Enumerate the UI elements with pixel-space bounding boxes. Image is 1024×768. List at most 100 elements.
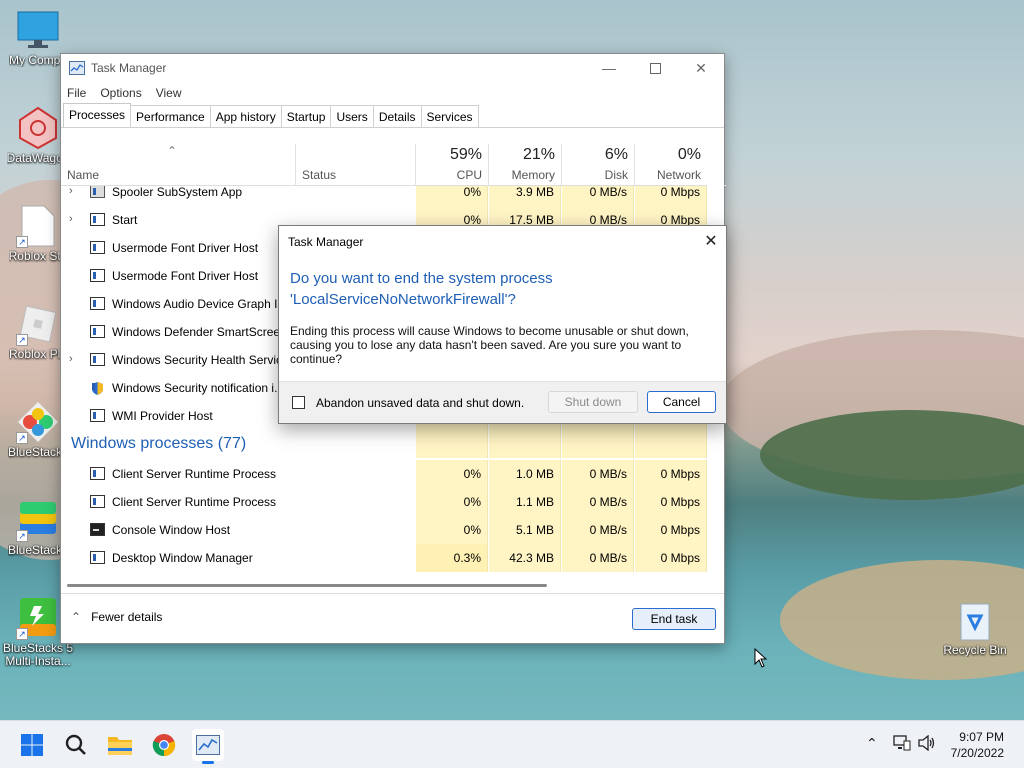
- file-explorer-button[interactable]: [104, 729, 136, 761]
- footer-bar: ⌃ Fewer details End task: [61, 593, 724, 643]
- fewer-details-button[interactable]: ⌃ Fewer details: [71, 610, 162, 624]
- desktop-icon-label: Roblox Stu: [8, 250, 68, 263]
- process-disk-value: 0 MB/s: [562, 460, 634, 488]
- file-explorer-icon: [108, 737, 132, 755]
- process-row[interactable]: Client Server Runtime Process 0% 1.0 MB 0 M…: [61, 460, 707, 488]
- clock-time: 9:07 PM: [959, 730, 1004, 744]
- column-disk[interactable]: 6% Disk: [562, 144, 634, 186]
- process-icon: [90, 551, 105, 564]
- group-heat-cell: [416, 430, 488, 458]
- process-memory-value: 1.0 MB: [489, 460, 561, 488]
- process-row[interactable]: Client Server Runtime Process 0% 1.1 MB 0 M…: [61, 488, 707, 516]
- sort-chevron-up-icon: ⌃: [167, 144, 178, 158]
- process-row[interactable]: › Spooler SubSystem App 0% 3.9 MB 0 MB/s 0 Mb…: [61, 186, 707, 206]
- system-clock[interactable]: 9:07 PM 7/20/2022: [951, 729, 1004, 761]
- process-name: Windows Audio Device Graph Is: [112, 297, 284, 311]
- chrome-icon: [152, 734, 176, 757]
- tab-performance[interactable]: Performance: [130, 105, 211, 127]
- abandon-data-checkbox-label[interactable]: Abandon unsaved data and shut down.: [316, 396, 524, 410]
- search-button[interactable]: [60, 729, 92, 761]
- process-name: WMI Provider Host: [112, 409, 213, 423]
- process-name: Usermode Font Driver Host: [112, 241, 259, 255]
- column-status-label: Status: [302, 168, 337, 182]
- tab-startup[interactable]: Startup: [280, 105, 332, 127]
- menu-options[interactable]: Options: [100, 86, 141, 100]
- column-memory[interactable]: 21% Memory: [489, 144, 561, 186]
- group-heat-cell: [562, 430, 634, 458]
- process-disk-value: 0 MB/s: [562, 488, 634, 516]
- console-icon: [90, 523, 105, 536]
- chrome-button[interactable]: [148, 729, 180, 761]
- process-icon: [90, 495, 105, 508]
- maximize-icon: [649, 62, 661, 74]
- dialog-footer: Abandon unsaved data and shut down. Shut…: [279, 381, 726, 423]
- expand-chevron-icon[interactable]: ›: [69, 186, 79, 197]
- column-network[interactable]: 0% Network: [635, 144, 707, 186]
- bluestacks-multi-icon: ↗: [16, 400, 60, 444]
- title-bar[interactable]: Task Manager — ✕: [61, 54, 724, 82]
- column-cpu[interactable]: 59% CPU: [416, 144, 488, 186]
- desktop-icon-label: BlueStacks 5 Multi-Insta...: [2, 642, 74, 668]
- menu-bar: File Options View: [61, 82, 724, 104]
- column-name[interactable]: ⌃ Name: [61, 144, 295, 186]
- end-task-button[interactable]: End task: [632, 608, 716, 630]
- process-name: Windows Security notification i...: [112, 381, 285, 395]
- process-network-value: 0 Mbps: [635, 544, 707, 572]
- column-memory-label: Memory: [511, 168, 555, 182]
- close-button[interactable]: ✕: [678, 54, 724, 82]
- tab-details[interactable]: Details: [372, 105, 422, 127]
- cancel-button[interactable]: Cancel: [647, 391, 716, 413]
- search-icon: [65, 734, 86, 755]
- printer-icon: [90, 186, 105, 198]
- process-memory-value: 3.9 MB: [489, 186, 561, 206]
- process-icon: [90, 269, 105, 282]
- process-disk-value: 0 MB/s: [562, 516, 634, 544]
- task-manager-taskbar-button[interactable]: [192, 729, 224, 764]
- process-cpu-value: 0%: [416, 186, 488, 206]
- desktop-icon-recycle-bin[interactable]: Recycle Bin: [937, 598, 1013, 657]
- horizontal-scrollbar[interactable]: [61, 579, 707, 593]
- task-manager-icon: [196, 735, 220, 755]
- dialog-close-button[interactable]: ✕: [696, 226, 726, 256]
- scroll-thumb[interactable]: [67, 584, 547, 587]
- process-network-value: 0 Mbps: [635, 488, 707, 516]
- shortcut-arrow-icon: ↗: [16, 334, 28, 346]
- tab-app-history[interactable]: App history: [209, 105, 282, 127]
- process-name: Client Server Runtime Process: [112, 495, 277, 509]
- process-row[interactable]: Desktop Window Manager 0.3% 42.3 MB 0 MB/s 0…: [61, 544, 707, 572]
- column-cpu-label: CPU: [456, 168, 482, 182]
- process-name: Client Server Runtime Process: [112, 467, 277, 481]
- shut-down-button[interactable]: Shut down: [548, 391, 638, 413]
- maximize-button[interactable]: [632, 54, 678, 82]
- active-indicator: [202, 761, 214, 764]
- roblox-icon: ↗: [16, 302, 60, 346]
- network-total-percent: 0%: [677, 146, 701, 163]
- dialog-title: Task Manager: [288, 235, 364, 249]
- group-header-row[interactable]: Windows processes (77): [61, 430, 707, 458]
- chevron-up-icon[interactable]: ⌃: [866, 735, 878, 752]
- end-process-dialog: Task Manager ✕ Do you want to end the sy…: [278, 225, 727, 424]
- shortcut-arrow-icon: ↗: [16, 628, 28, 640]
- mouse-cursor-icon: [754, 648, 768, 668]
- dialog-message: Ending this process will cause Windows t…: [290, 324, 689, 366]
- abandon-data-checkbox[interactable]: [292, 396, 305, 409]
- desktop-icon-label: Roblox Pla: [8, 348, 68, 361]
- process-name: Spooler SubSystem App: [112, 186, 243, 199]
- process-cpu-value: 0.3%: [416, 544, 488, 572]
- menu-file[interactable]: File: [67, 86, 86, 100]
- memory-total-percent: 21%: [522, 146, 555, 163]
- process-row[interactable]: Console Window Host 0% 5.1 MB 0 MB/s 0 Mbps: [61, 516, 707, 544]
- expand-chevron-icon[interactable]: ›: [69, 353, 79, 365]
- volume-icon[interactable]: [918, 734, 936, 754]
- column-status[interactable]: Status: [296, 144, 415, 186]
- desktop-icon-label: Recycle Bin: [943, 644, 1007, 657]
- start-button[interactable]: [16, 729, 48, 761]
- minimize-button[interactable]: —: [586, 54, 632, 82]
- tab-services[interactable]: Services: [420, 105, 479, 127]
- tab-users[interactable]: Users: [330, 105, 374, 127]
- menu-view[interactable]: View: [156, 86, 182, 100]
- tab-processes[interactable]: Processes: [63, 103, 132, 127]
- expand-chevron-icon[interactable]: ›: [69, 213, 79, 225]
- process-icon: [90, 353, 105, 366]
- network-icon[interactable]: [893, 735, 911, 754]
